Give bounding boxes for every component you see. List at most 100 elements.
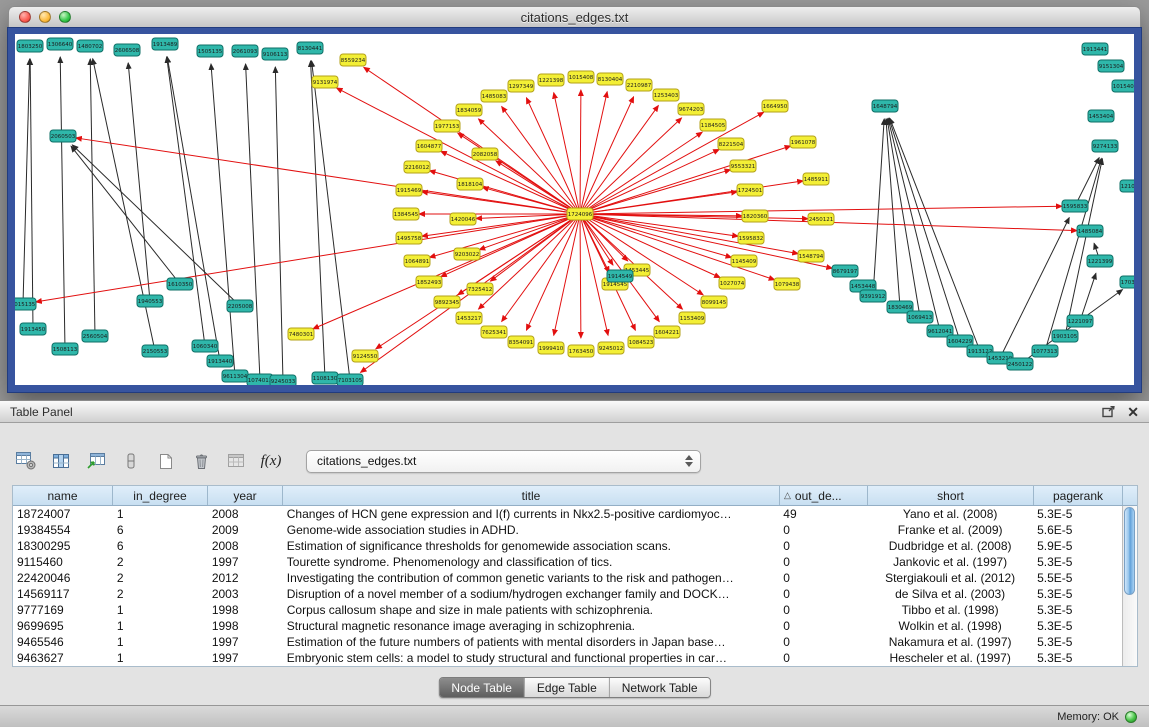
column-header-in_degree[interactable]: in_degree [113,486,208,505]
graph-node[interactable]: 9245033 [270,375,296,385]
graph-node[interactable]: 1548794 [798,250,824,262]
tab-network-table[interactable]: Network Table [610,678,710,697]
column-header-name[interactable]: name [13,486,113,505]
network-graph[interactable]: 1724096182036017245019553321822150411845… [15,34,1134,385]
table-row[interactable]: 1872400712008Changes of HCN gene express… [13,506,1122,522]
table-row[interactable]: 1830029562008Estimation of significance … [13,538,1122,554]
function-builder-button[interactable]: f(x) [257,448,285,474]
column-header-pagerank[interactable]: pagerank [1034,486,1123,505]
close-panel-icon[interactable]: ✕ [1127,405,1139,419]
new-table-button[interactable] [152,448,180,474]
graph-node[interactable]: 1913450 [20,323,46,335]
merge-tables-button[interactable] [82,448,110,474]
graph-node[interactable]: 1595833 [1062,200,1088,212]
table-row[interactable]: 946362711997Embryonic stem cells: a mode… [13,650,1122,666]
graph-node[interactable]: 1961078 [790,136,816,148]
graph-node[interactable]: 9892345 [434,296,460,308]
graph-node[interactable]: 1664950 [762,100,788,112]
graph-node[interactable]: 1914549 [607,270,633,282]
graph-node[interactable]: 1184505 [700,119,726,131]
graph-node[interactable]: 1153409 [679,312,705,324]
table-row[interactable]: 1456911722003Disruption of a novel membe… [13,586,1122,602]
graph-node[interactable]: 1508113 [52,343,78,355]
graph-node[interactable]: 7625341 [481,326,507,338]
graph-node[interactable]: 2205008 [227,300,253,312]
graph-node[interactable]: 1453404 [1088,110,1114,122]
graph-node[interactable]: 1060340 [192,340,218,352]
graph-node[interactable]: 2060503 [50,130,76,142]
graph-node[interactable]: 8130441 [297,42,323,54]
graph-node[interactable]: 7480301 [288,328,314,340]
graph-node[interactable]: 1820360 [742,210,768,222]
graph-node[interactable]: 1913489 [152,38,178,50]
graph-node[interactable]: 1453217 [456,312,482,324]
graph-node[interactable]: 1145409 [731,255,757,267]
graph-node[interactable]: 1420046 [450,213,476,225]
column-header-title[interactable]: title [283,486,780,505]
graph-node[interactable]: 9151304 [1098,60,1124,72]
graph-node[interactable]: 2216012 [404,161,430,173]
graph-node[interactable]: 7103105 [337,374,363,385]
column-header-year[interactable]: year [208,486,283,505]
graph-node[interactable]: 2450121 [808,213,834,225]
graph-node[interactable]: 1913440 [207,355,233,367]
graph-node[interactable]: 8559234 [340,54,366,66]
table-row[interactable]: 969969511998Structural magnetic resonanc… [13,618,1122,634]
graph-node[interactable]: 9124550 [352,350,378,362]
graph-node[interactable]: 2061093 [232,45,258,57]
graph-node[interactable]: 1610350 [167,278,193,290]
graph-node[interactable]: 7325412 [467,283,493,295]
graph-node[interactable]: 1724501 [737,184,763,196]
graph-node[interactable]: 1648794 [872,100,898,112]
network-canvas[interactable]: 1724096182036017245019553321822150411845… [8,28,1141,392]
graph-node[interactable]: 1999410 [538,342,564,354]
table-row[interactable]: 911546021997Tourette syndrome. Phenomeno… [13,554,1122,570]
tab-node-table[interactable]: Node Table [439,678,525,697]
graph-node[interactable]: 9131974 [312,76,338,88]
table-row[interactable]: 2242004622012Investigating the contribut… [13,570,1122,586]
table-scrollbar[interactable] [1122,506,1137,666]
graph-node[interactable]: 1108130 [312,372,338,384]
graph-node[interactable]: 9674203 [678,103,704,115]
graph-node[interactable]: 1306640 [47,38,73,50]
graph-node[interactable]: 1903105 [1052,330,1078,342]
graph-node[interactable]: 1015409 [1112,80,1134,92]
graph-node[interactable]: 1803250 [17,40,43,52]
table-row[interactable]: 946554611997Estimation of the future num… [13,634,1122,650]
graph-node[interactable]: 1915469 [396,184,422,196]
column-header-short[interactable]: short [868,486,1034,505]
graph-node[interactable]: 1480702 [77,40,103,52]
graph-node[interactable]: 9015135 [15,298,36,310]
graph-node[interactable]: 1079438 [774,278,800,290]
graph-node[interactable]: 1074013 [247,374,273,385]
graph-node[interactable]: 1763450 [568,345,594,357]
graph-node[interactable]: 1221398 [538,74,564,86]
graph-node[interactable]: 8099145 [701,296,727,308]
graph-node[interactable]: 2560504 [82,330,108,342]
graph-node[interactable]: 1384545 [393,208,419,220]
graph-node[interactable]: 1703105 [1120,276,1134,288]
graph-node[interactable]: 2150553 [142,345,168,357]
import-table-button[interactable] [222,448,250,474]
table-row[interactable]: 977716911998Corpus callosum shape and si… [13,602,1122,618]
graph-node[interactable]: 1834059 [456,104,482,116]
graph-node[interactable]: 1069413 [907,311,933,323]
graph-node[interactable]: 1210340 [1120,180,1134,192]
graph-node[interactable]: 1297349 [508,80,534,92]
row-height-button[interactable] [117,448,145,474]
window-titlebar[interactable]: citations_edges.txt [8,6,1141,28]
graph-node[interactable]: 1015408 [568,71,594,83]
table-settings-button[interactable] [12,448,40,474]
graph-node[interactable]: 1505135 [197,45,223,57]
graph-node[interactable]: 1977153 [434,120,460,132]
graph-node[interactable]: 2450122 [1007,358,1033,370]
graph-node[interactable]: 1064891 [404,255,430,267]
graph-node[interactable]: 1485084 [1077,225,1103,237]
graph-node[interactable]: 1221097 [1067,315,1093,327]
graph-node[interactable]: 1940553 [137,295,163,307]
close-window-button[interactable] [19,11,31,23]
graph-node[interactable]: 1595832 [738,232,764,244]
graph-node[interactable]: 2210987 [626,79,652,91]
zoom-window-button[interactable] [59,11,71,23]
graph-node[interactable]: 1604877 [416,140,442,152]
